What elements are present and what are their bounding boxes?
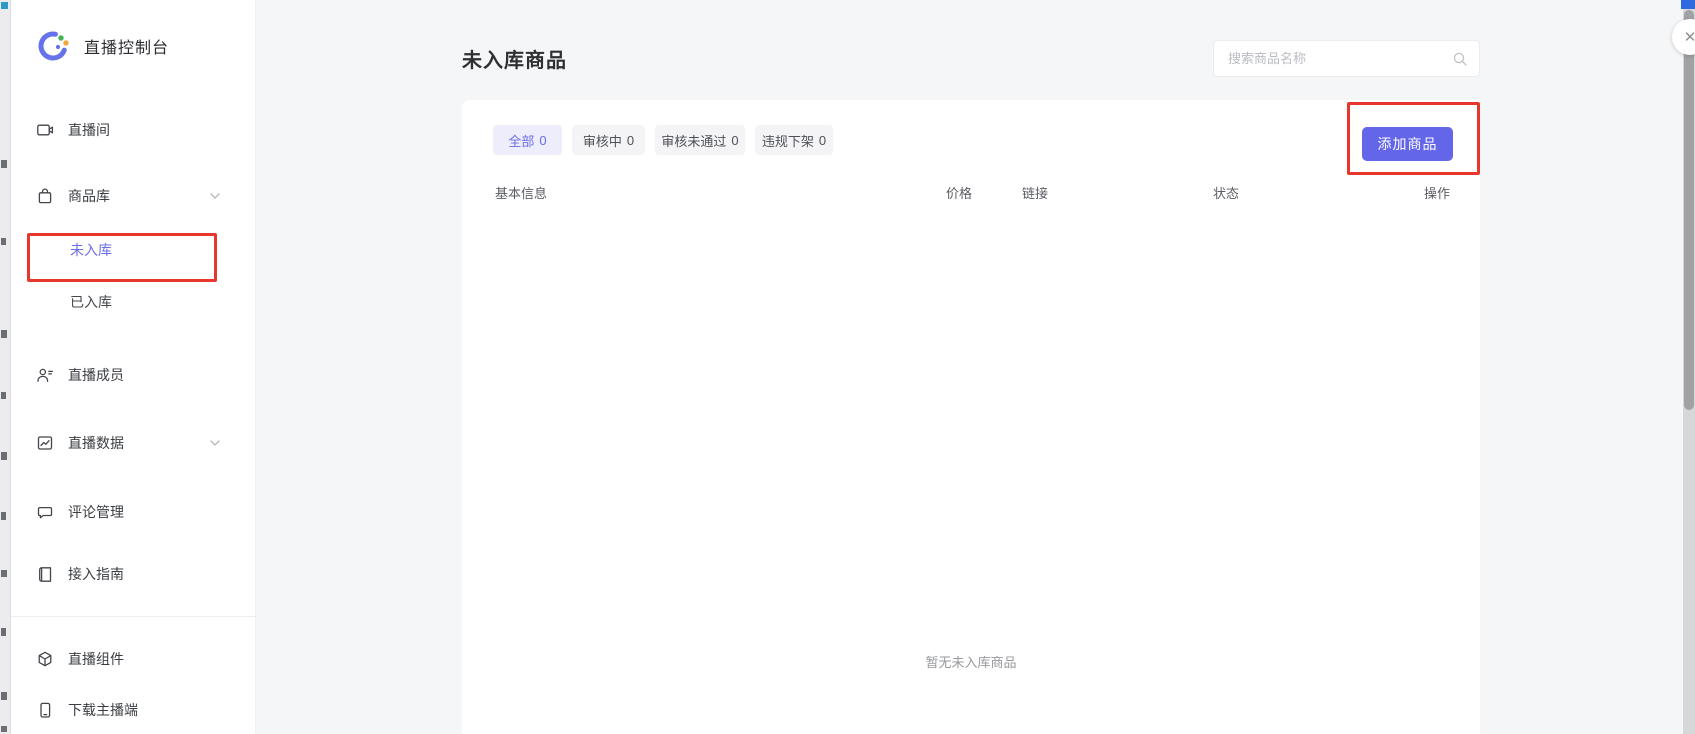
sidebar-subitem-label: 未入库 bbox=[70, 240, 112, 260]
phone-icon bbox=[36, 701, 54, 719]
sidebar-item-live-data[interactable]: 直播数据 bbox=[11, 423, 256, 463]
sidebar: 直播控制台 直播间 商品库 bbox=[11, 0, 256, 734]
chevron-down-icon bbox=[210, 193, 220, 200]
search-input[interactable] bbox=[1214, 41, 1479, 76]
sidebar-item-label: 接入指南 bbox=[68, 564, 124, 584]
chevron-down-icon bbox=[210, 440, 220, 447]
sidebar-item-access-guide[interactable]: 接入指南 bbox=[11, 554, 256, 594]
sidebar-item-label: 直播组件 bbox=[68, 649, 124, 669]
tab-all[interactable]: 全部 0 bbox=[493, 125, 562, 155]
app-window: 直播控制台 直播间 商品库 bbox=[0, 0, 1695, 734]
sidebar-item-label: 直播间 bbox=[68, 120, 110, 140]
video-camera-icon bbox=[36, 121, 54, 139]
chart-icon bbox=[36, 434, 54, 452]
empty-state-message: 暂无未入库商品 bbox=[462, 652, 1480, 671]
add-product-button[interactable]: 添加商品 bbox=[1362, 127, 1453, 161]
sidebar-item-live-components[interactable]: 直播组件 bbox=[11, 639, 256, 679]
close-icon: ✕ bbox=[1684, 28, 1695, 46]
sidebar-divider bbox=[11, 616, 256, 617]
product-list-card: 全部 0 审核中 0 审核未通过 0 违规下架 0 添加商品 基本信息 价格 链接 状态… bbox=[462, 100, 1480, 734]
brand: 直播控制台 bbox=[35, 28, 169, 64]
sidebar-item-product-library[interactable]: 商品库 bbox=[11, 176, 256, 216]
sidebar-item-not-stocked[interactable]: 未入库 bbox=[11, 232, 256, 268]
sidebar-item-label: 直播成员 bbox=[68, 365, 124, 385]
page-title: 未入库商品 bbox=[462, 44, 567, 73]
background-window-fragment bbox=[1681, 0, 1695, 9]
tab-reviewing[interactable]: 审核中 0 bbox=[572, 125, 645, 155]
sidebar-item-label: 评论管理 bbox=[68, 502, 124, 522]
column-header-action: 操作 bbox=[1424, 183, 1450, 202]
tab-removed[interactable]: 违规下架 0 bbox=[755, 125, 833, 155]
search-icon[interactable] bbox=[1452, 51, 1468, 67]
scrollbar-thumb[interactable] bbox=[1684, 10, 1694, 410]
tab-label: 审核中 bbox=[583, 131, 622, 150]
sidebar-subitem-label: 已入库 bbox=[70, 292, 112, 312]
column-header-status: 状态 bbox=[1213, 183, 1239, 202]
column-header-link: 链接 bbox=[1022, 183, 1048, 202]
sidebar-item-label: 下载主播端 bbox=[68, 700, 138, 720]
tab-not-approved[interactable]: 审核未通过 0 bbox=[655, 125, 745, 155]
sidebar-item-live-room[interactable]: 直播间 bbox=[11, 110, 256, 150]
guide-book-icon bbox=[36, 565, 54, 583]
app-logo-icon bbox=[35, 28, 71, 64]
tab-label: 全部 bbox=[508, 131, 534, 150]
close-button[interactable]: ✕ bbox=[1672, 19, 1695, 55]
app-title: 直播控制台 bbox=[84, 34, 169, 58]
column-header-basic-info: 基本信息 bbox=[495, 183, 547, 202]
sidebar-item-download-anchor-client[interactable]: 下载主播端 bbox=[11, 690, 256, 730]
tab-count: 0 bbox=[539, 133, 546, 148]
sidebar-item-comment-management[interactable]: 评论管理 bbox=[11, 492, 256, 532]
shopping-bag-icon bbox=[36, 187, 54, 205]
tab-count: 0 bbox=[731, 133, 738, 148]
tab-count: 0 bbox=[819, 133, 826, 148]
cube-icon bbox=[36, 650, 54, 668]
scrollbar-track[interactable] bbox=[1683, 0, 1695, 734]
column-header-price: 价格 bbox=[946, 183, 972, 202]
sidebar-item-label: 商品库 bbox=[68, 186, 110, 206]
comment-icon bbox=[36, 503, 54, 521]
tab-label: 审核未通过 bbox=[661, 131, 726, 150]
search-box bbox=[1213, 40, 1480, 77]
sidebar-item-live-members[interactable]: 直播成员 bbox=[11, 355, 256, 395]
background-window-sliver bbox=[0, 0, 11, 734]
member-icon bbox=[36, 366, 54, 384]
tab-label: 违规下架 bbox=[762, 131, 814, 150]
sidebar-item-label: 直播数据 bbox=[68, 433, 124, 453]
tab-count: 0 bbox=[627, 133, 634, 148]
sidebar-item-stocked[interactable]: 已入库 bbox=[11, 284, 256, 320]
table-header-row: 基本信息 价格 链接 状态 操作 bbox=[462, 178, 1480, 206]
